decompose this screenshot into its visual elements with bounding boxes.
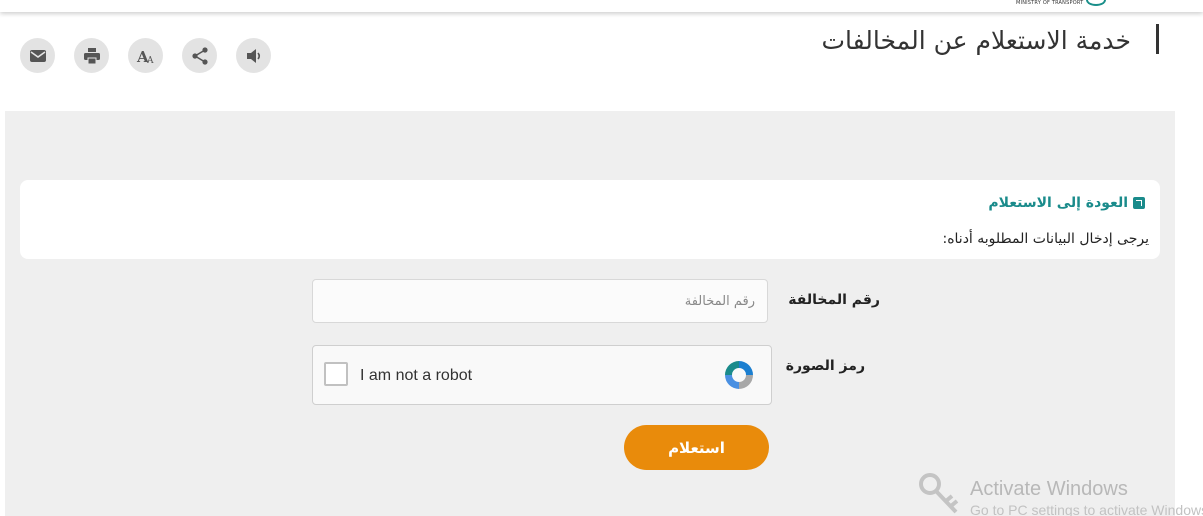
recaptcha-widget: I am not a robot	[312, 345, 772, 405]
envelope-icon	[29, 49, 46, 62]
windows-activation-watermark: Activate Windows Go to PC settings to ac…	[916, 470, 1203, 516]
printer-icon	[83, 47, 100, 64]
speaker-icon	[246, 48, 260, 63]
back-link-label: العودة إلى الاستعلام	[988, 195, 1128, 211]
svg-text:A: A	[146, 56, 154, 66]
recaptcha-logo-icon	[725, 361, 753, 389]
top-header-bar: MINISTRY OF TRANSPORT	[0, 0, 1203, 12]
submit-inquiry-button[interactable]: استعلام	[624, 425, 769, 470]
info-card	[20, 180, 1160, 259]
activate-windows-subtitle: Go to PC settings to activate Windows.	[970, 502, 1203, 516]
font-size-button[interactable]: A A	[128, 38, 163, 73]
title-accent-bar	[1156, 24, 1159, 54]
audio-button[interactable]	[236, 38, 271, 73]
activate-windows-title: Activate Windows	[970, 478, 1128, 500]
key-icon	[919, 473, 959, 514]
recaptcha-checkbox[interactable]	[324, 362, 348, 386]
share-icon	[191, 46, 208, 65]
ministry-logo-icon[interactable]	[1086, 0, 1106, 6]
share-button[interactable]	[182, 38, 217, 73]
back-to-inquiry-link[interactable]: العودة إلى الاستعلام	[988, 195, 1145, 211]
back-arrow-icon	[1133, 197, 1145, 209]
print-button[interactable]	[74, 38, 109, 73]
recaptcha-label: I am not a robot	[360, 367, 473, 384]
captcha-label: رمز الصورة	[785, 358, 865, 374]
font-size-icon: A A	[136, 48, 154, 66]
page-title: خدمة الاستعلام عن المخالفات	[821, 26, 1132, 55]
ministry-logo-text: MINISTRY OF TRANSPORT	[1016, 0, 1084, 6]
violation-number-input[interactable]	[312, 279, 768, 323]
page-tools: A A	[20, 38, 271, 73]
email-button[interactable]	[20, 38, 55, 73]
instructions-text: يرجى إدخال البيانات المطلوبه أدناه:	[942, 231, 1149, 247]
violation-number-label: رقم المخالفة	[788, 292, 880, 308]
